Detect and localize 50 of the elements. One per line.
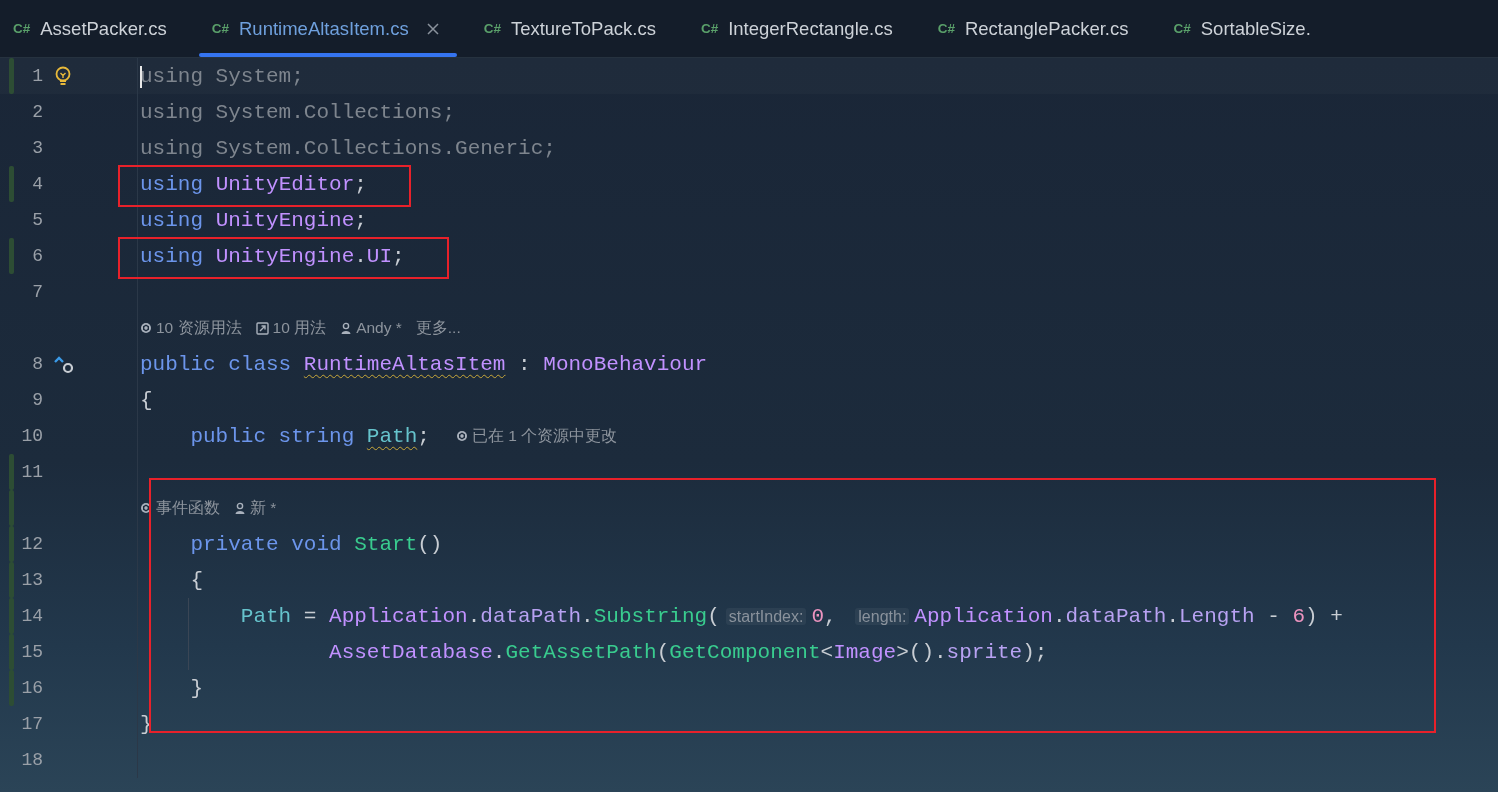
line-number: 11: [21, 462, 43, 482]
code-line: using System.Collections;: [140, 100, 456, 124]
code-vision-hint[interactable]: 已在 1 个资源中更改: [471, 425, 618, 447]
code-vision-hint[interactable]: 10 用法: [272, 317, 327, 339]
code-line: using UnityEngine;: [140, 208, 367, 232]
line-number: 17: [21, 714, 43, 734]
file-tab[interactable]: C# AssetPacker.cs: [0, 0, 185, 57]
code-vision-hint[interactable]: 更多...: [415, 317, 461, 339]
line-number: 18: [21, 750, 43, 770]
person-icon: [234, 502, 246, 514]
code-vision-hint[interactable]: 10 资源用法: [156, 317, 242, 339]
line-number: 9: [32, 390, 43, 410]
line-number: 8: [32, 354, 43, 374]
person-icon: [340, 322, 353, 334]
line-number: 14: [21, 606, 43, 626]
file-tab[interactable]: C# RuntimeAltasItem.cs: [198, 0, 457, 57]
code-line: private void Start(): [189, 532, 443, 556]
file-tab[interactable]: C# SortableSize.: [1160, 0, 1329, 57]
code-line: }: [189, 676, 203, 700]
code-vision-hint[interactable]: 事件函数: [156, 497, 220, 519]
line-number: 3: [32, 138, 43, 158]
code-line: using UnityEngine.UI;: [140, 244, 405, 268]
file-tab[interactable]: C# RectanglePacker.cs: [924, 0, 1147, 57]
code-line: using System;: [140, 64, 304, 88]
code-line: Path = Application.dataPath.Substring( startIndex: 0, length: Application.dataPath.Length - 6) +: [239, 604, 1343, 628]
line-number: 5: [32, 210, 43, 230]
line-number: 2: [32, 102, 43, 122]
line-number: 16: [21, 678, 43, 698]
code-vision-hint[interactable]: 新 *: [250, 497, 277, 519]
code-line: {: [140, 388, 153, 412]
code-line: using System.Collections.Generic;: [140, 136, 556, 160]
file-tab[interactable]: C# TextureToPack.cs: [470, 0, 674, 57]
arrow-box-icon: [255, 321, 269, 335]
code-line: }: [140, 712, 153, 736]
line-number: 7: [32, 282, 43, 302]
line-number: 13: [21, 570, 43, 590]
line-number: 10: [21, 426, 43, 446]
line-number: 6: [32, 246, 43, 266]
line-number: 4: [32, 174, 43, 194]
code-line: public class RuntimeAltasItem : MonoBehaviour: [140, 352, 708, 376]
code-line: public string Path;: [189, 424, 430, 448]
line-number: 12: [21, 534, 43, 554]
code-vision-hint[interactable]: Andy *: [356, 319, 402, 337]
code-line: {: [189, 568, 203, 592]
file-tab[interactable]: C# IntegerRectangle.cs: [687, 0, 911, 57]
code-line: using UnityEditor;: [140, 172, 367, 196]
code-line: AssetDatabase.GetAssetPath(GetComponent<Image>().sprite);: [328, 640, 1048, 664]
line-number: 1: [32, 66, 43, 86]
line-number: 15: [21, 642, 43, 662]
close-icon[interactable]: [426, 22, 439, 35]
